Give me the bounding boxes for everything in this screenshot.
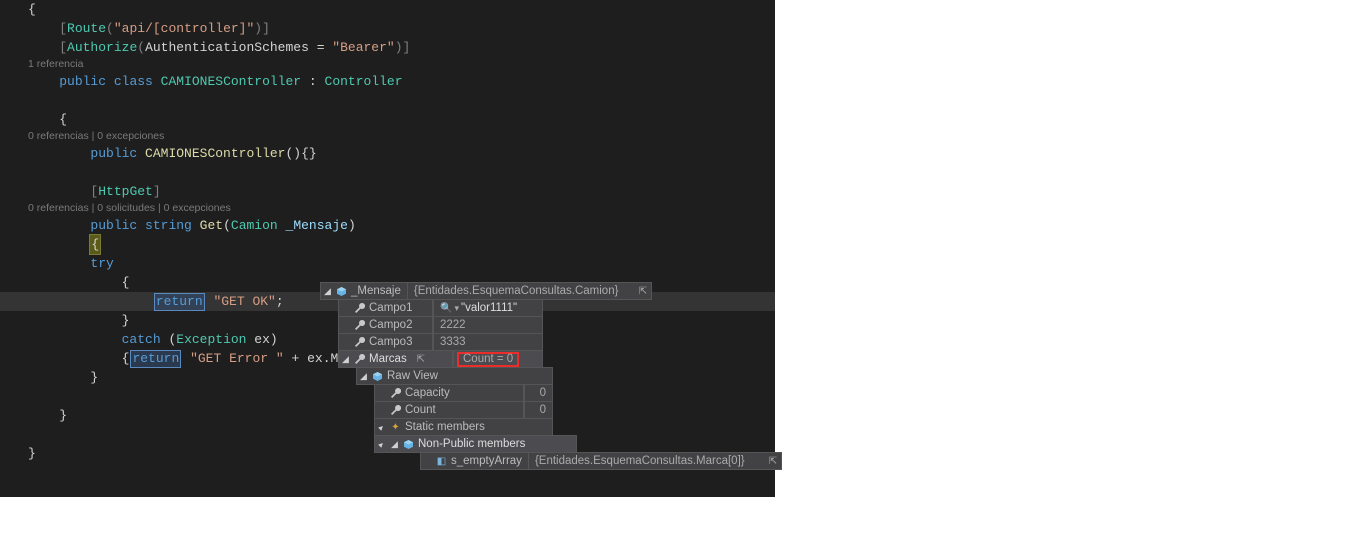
codelens[interactable]: 0 referencias | 0 excepciones [28,129,775,144]
datatip-row[interactable]: Campo1 [338,299,433,317]
code-line: [Route("api/[controller]")] [28,19,775,38]
datatip-row-emptyarray[interactable]: ◧ s_emptyArray {Entidades.EsquemaConsult… [420,452,782,470]
code-line [28,163,775,182]
datatip-value-cell[interactable]: 0 [524,401,553,419]
code-line: { [28,235,775,254]
expand-toggle[interactable]: ◢ [339,355,352,364]
wrench-icon [388,388,403,398]
codelens[interactable]: 0 referencias | 0 solicitudes | 0 excepc… [28,201,775,216]
expand-toggle[interactable]: ◢ [388,440,401,449]
debug-datatip[interactable]: ◢ _Mensaje {Entidades.EsquemaConsultas.C… [320,283,782,470]
datatip-row[interactable]: Capacity [374,384,524,402]
expand-toggle[interactable]: ◢ [321,287,334,296]
static-icon: ✦ [388,418,403,437]
datatip-row-root[interactable]: ◢ _Mensaje {Entidades.EsquemaConsultas.C… [320,282,652,300]
datatip-value-cell[interactable]: 🔍 ▾ "valor1111" [433,299,543,317]
datatip-row-rawview[interactable]: ◢ Raw View [356,367,553,385]
datatip-row[interactable]: Campo2 [338,316,433,334]
wrench-icon [352,354,367,364]
expand-toggle[interactable]: ▸ [375,423,388,432]
datatip-value-cell[interactable]: Count = 0 [453,350,543,368]
code-line: { [28,110,775,129]
codelens[interactable]: 1 referencia [28,57,775,72]
datatip-row-marcas[interactable]: ◢ Marcas ⇱ [338,350,453,368]
code-line: public class CAMIONESController : Contro… [28,72,775,91]
datatip-name: s_emptyArray [449,452,528,471]
pin-icon[interactable]: ⇱ [635,282,651,301]
field-icon: ◧ [434,452,449,471]
datatip-value-cell[interactable]: 2222 [433,316,543,334]
datatip-row-static[interactable]: ▸ ✦ Static members [374,418,553,436]
datatip-row-nonpublic[interactable]: ▸ ◢ Non-Public members [374,435,577,453]
code-line: [HttpGet] [28,182,775,201]
expand-toggle[interactable]: ▸ [375,440,388,449]
datatip-value-cell[interactable]: 3333 [433,333,543,351]
editor-gutter [0,0,10,497]
code-line: try [28,254,775,273]
wrench-icon [352,320,367,330]
code-line: public CAMIONESController(){} [28,144,775,163]
code-line: [Authorize(AuthenticationSchemes = "Bear… [28,38,775,57]
wrench-icon [352,303,367,313]
wrench-icon [352,337,367,347]
expand-toggle[interactable]: ◢ [357,372,370,381]
wrench-icon [388,405,403,415]
highlighted-value: Count = 0 [457,352,519,367]
datatip-value-cell[interactable]: 0 [524,384,553,402]
pin-icon[interactable]: ⇱ [765,452,781,471]
datatip-row[interactable]: Campo3 [338,333,433,351]
datatip-row[interactable]: Count [374,401,524,419]
code-line [28,91,775,110]
code-line: public string Get(Camion _Mensaje) [28,216,775,235]
variable-icon [401,440,416,449]
code-line: { [28,0,775,19]
variable-icon [334,287,349,296]
variable-icon [370,372,385,381]
code-editor[interactable]: { [Route("api/[controller]")] [Authorize… [0,0,775,497]
datatip-value: {Entidades.EsquemaConsultas.Marca[0]} [529,452,765,471]
